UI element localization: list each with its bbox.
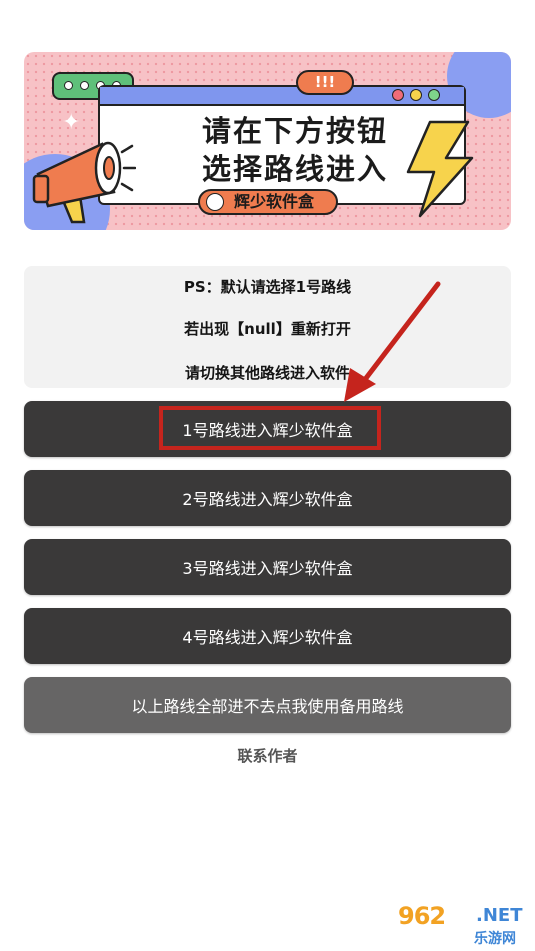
backup-route-button[interactable]: 以上路线全部进不去点我使用备用路线 xyxy=(24,677,511,733)
lightning-bolt-icon xyxy=(406,120,474,218)
banner-window-bar xyxy=(100,87,464,106)
route-2-button[interactable]: 2号路线进入辉少软件盒 xyxy=(24,470,511,526)
promo-banner: 请在下方按钮 选择路线进入 !!! 辉少软件盒 ✦ ✦ xyxy=(24,52,511,230)
highlight-annotation-box xyxy=(159,406,381,450)
route-3-label: 3号路线进入辉少软件盒 xyxy=(182,559,353,578)
brand-label: 辉少软件盒 xyxy=(234,192,315,211)
watermark-site-name: 乐游网 xyxy=(474,931,516,947)
backup-route-label: 以上路线全部进不去点我使用备用路线 xyxy=(131,697,404,716)
watermark-number: 962 xyxy=(398,902,446,930)
window-maximize-icon xyxy=(410,89,422,101)
sparkle-icon: ✦ xyxy=(378,176,392,195)
watermark-net: .NET xyxy=(476,905,523,926)
brand-pill: 辉少软件盒 xyxy=(198,189,338,215)
red-arrow-icon xyxy=(344,281,441,402)
window-minimize-icon xyxy=(392,89,404,101)
route-2-label: 2号路线进入辉少软件盒 xyxy=(182,490,353,509)
brand-face-icon xyxy=(206,193,224,211)
exclaim-bubble: !!! xyxy=(296,70,354,95)
megaphone-icon xyxy=(32,141,136,224)
route-4-button[interactable]: 4号路线进入辉少软件盒 xyxy=(24,608,511,664)
window-close-icon xyxy=(428,89,440,101)
sparkle-icon: ✦ xyxy=(62,110,81,135)
banner-title-line1: 请在下方按钮 xyxy=(201,114,388,148)
site-watermark: 962 .NET 乐游网 xyxy=(398,902,530,947)
route-4-label: 4号路线进入辉少软件盒 xyxy=(182,628,353,647)
contact-author-link[interactable]: 联系作者 xyxy=(0,745,535,766)
route-3-button[interactable]: 3号路线进入辉少软件盒 xyxy=(24,539,511,595)
